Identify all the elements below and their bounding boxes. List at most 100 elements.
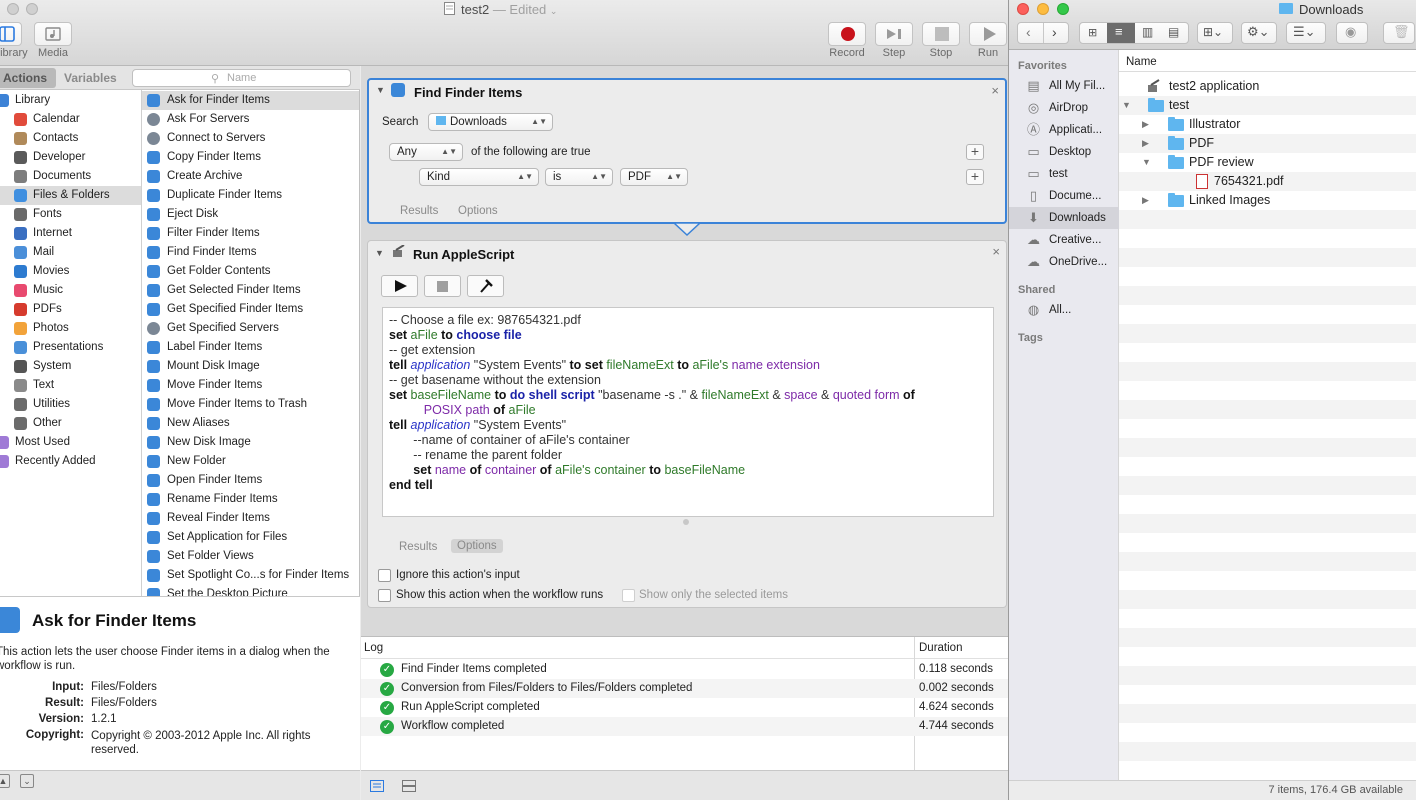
tab-actions[interactable]: Actions — [0, 68, 56, 88]
file-row[interactable]: ▶ Linked Images — [1119, 191, 1416, 210]
script-results-tab[interactable]: Results — [399, 541, 437, 553]
action-item[interactable]: Set Spotlight Co...s for Finder Items — [142, 566, 359, 585]
minimize-window-button[interactable] — [26, 3, 38, 15]
disclosure-closed-icon[interactable]: ▶ — [1142, 134, 1149, 153]
action-item[interactable]: Filter Finder Items — [142, 224, 359, 243]
back-icon[interactable]: ‹ — [1026, 24, 1031, 40]
sidebar-item[interactable]: Ⓐ Applicati... — [1009, 119, 1119, 141]
action-item[interactable]: Ask for Finder Items — [142, 91, 359, 110]
log-row[interactable]: ✓ Workflow completed 4.744 seconds — [361, 717, 1008, 736]
step-button[interactable] — [875, 22, 913, 46]
action-item[interactable]: Move Finder Items to Trash — [142, 395, 359, 414]
library-item[interactable]: System — [0, 357, 141, 376]
library-item[interactable]: Text — [0, 376, 141, 395]
library-item[interactable]: Utilities — [0, 395, 141, 414]
split-view-icon[interactable] — [402, 780, 416, 792]
action-item[interactable]: Set Application for Files — [142, 528, 359, 547]
compile-script-button[interactable] — [467, 275, 504, 297]
library-item[interactable]: Mail — [0, 243, 141, 262]
action-item[interactable]: Label Finder Items — [142, 338, 359, 357]
action-item[interactable]: Get Specified Finder Items — [142, 300, 359, 319]
back-forward-buttons[interactable]: ‹ › — [1017, 22, 1069, 44]
action-item[interactable]: New Disk Image — [142, 433, 359, 452]
sidebar-item[interactable]: ◎ AirDrop — [1009, 97, 1119, 119]
close-icon[interactable]: × — [991, 83, 999, 98]
sidebar-item[interactable]: ☁ OneDrive... — [1009, 251, 1119, 273]
zoom-window-button[interactable] — [1057, 3, 1069, 15]
duration-column-header[interactable]: Duration — [919, 642, 962, 654]
criterion-operator-popup[interactable]: is ▲▼ — [545, 168, 613, 186]
disclosure-open-icon[interactable]: ▼ — [1142, 153, 1151, 172]
log-row[interactable]: ✓ Run AppleScript completed 4.624 seconds — [361, 698, 1008, 717]
show-action-checkbox[interactable] — [378, 589, 391, 602]
file-row[interactable]: ▼ PDF review — [1119, 153, 1416, 172]
criterion-field-popup[interactable]: Kind ▲▼ — [419, 168, 539, 186]
library-item[interactable]: Contacts — [0, 129, 141, 148]
action-item[interactable]: Mount Disk Image — [142, 357, 359, 376]
action-item[interactable]: Create Archive — [142, 167, 359, 186]
search-field[interactable]: ⚲ Name — [132, 69, 351, 87]
ignore-input-checkbox[interactable] — [378, 569, 391, 582]
library-item[interactable]: Presentations — [0, 338, 141, 357]
sidebar-item[interactable]: ☁ Creative... — [1009, 229, 1119, 251]
chevron-down-icon[interactable]: ⌄ — [550, 6, 558, 16]
disclosure-closed-icon[interactable]: ▶ — [1142, 115, 1149, 134]
close-window-button[interactable] — [1017, 3, 1029, 15]
coverflow-view-icon[interactable]: ▤ — [1168, 25, 1179, 39]
action-item[interactable]: Get Folder Contents — [142, 262, 359, 281]
trash-button[interactable]: 🗑 — [1383, 22, 1415, 44]
action-item[interactable]: Find Finder Items — [142, 243, 359, 262]
action-item[interactable]: Duplicate Finder Items — [142, 186, 359, 205]
sidebar-item[interactable]: ▭ test — [1009, 163, 1119, 185]
run-script-button[interactable] — [381, 275, 418, 297]
action-item[interactable]: Connect to Servers — [142, 129, 359, 148]
find-results-tab[interactable]: Results — [400, 205, 438, 217]
action-item[interactable]: Ask For Servers — [142, 110, 359, 129]
column-view-icon[interactable]: ▥ — [1142, 25, 1153, 39]
file-row[interactable]: ▶ PDF — [1119, 134, 1416, 153]
file-row[interactable]: 7654321.pdf — [1119, 172, 1416, 191]
library-item[interactable]: Other — [0, 414, 141, 433]
triangle-up-icon[interactable]: ▲ — [0, 774, 10, 788]
action-item[interactable]: Rename Finder Items — [142, 490, 359, 509]
file-row[interactable]: ▼ test — [1119, 96, 1416, 115]
add-sub-criterion-button[interactable]: + — [966, 169, 984, 185]
library-item[interactable]: Movies — [0, 262, 141, 281]
library-item[interactable]: Developer — [0, 148, 141, 167]
action-item[interactable]: Move Finder Items — [142, 376, 359, 395]
library-toggle-button[interactable] — [0, 22, 22, 46]
log-row[interactable]: ✓ Find Finder Items completed 0.118 second… — [361, 660, 1008, 679]
chevron-down-icon[interactable]: ⌄ — [20, 774, 34, 788]
collapse-icon[interactable]: ▼ — [376, 85, 385, 95]
add-criterion-button[interactable]: + — [966, 144, 984, 160]
log-row[interactable]: ✓ Conversion from Files/Folders to Files/… — [361, 679, 1008, 698]
forward-icon[interactable]: › — [1052, 24, 1057, 40]
library-item[interactable]: Library — [0, 91, 141, 110]
action-item[interactable]: Open Finder Items — [142, 471, 359, 490]
file-row[interactable]: ▶ Illustrator — [1119, 115, 1416, 134]
file-row[interactable]: test2 application — [1119, 77, 1416, 96]
stop-script-button[interactable] — [424, 275, 461, 297]
list-view-icon[interactable] — [370, 780, 384, 792]
match-popup[interactable]: Any ▲▼ — [389, 143, 463, 161]
action-button[interactable]: ⚙⌄ — [1241, 22, 1277, 44]
script-editor[interactable]: -- Choose a file ex: 987654321.pdf set aF… — [382, 307, 994, 517]
sort-button[interactable]: ☰⌄ — [1286, 22, 1326, 44]
sidebar-item[interactable]: ◍ All... — [1009, 299, 1119, 321]
library-item[interactable]: Photos — [0, 319, 141, 338]
action-item[interactable]: Set Folder Views — [142, 547, 359, 566]
action-item[interactable]: Get Specified Servers — [142, 319, 359, 338]
action-item[interactable]: Set the Desktop Picture — [142, 585, 359, 596]
close-icon[interactable]: × — [992, 244, 1000, 259]
disclosure-closed-icon[interactable]: ▶ — [1142, 191, 1149, 210]
action-item[interactable]: Get Selected Finder Items — [142, 281, 359, 300]
sidebar-item[interactable]: ▭ Desktop — [1009, 141, 1119, 163]
record-button[interactable] — [828, 22, 866, 46]
media-button[interactable] — [34, 22, 72, 46]
collapse-icon[interactable]: ▼ — [375, 248, 384, 258]
find-finder-items-action[interactable]: ▼ Find Finder Items × Search Downloads ▲▼… — [367, 78, 1007, 224]
script-options-tab[interactable]: Options — [451, 539, 503, 553]
library-item[interactable]: Music — [0, 281, 141, 300]
sidebar-item[interactable]: ⬇ Downloads — [1009, 207, 1119, 229]
action-item[interactable]: Copy Finder Items — [142, 148, 359, 167]
